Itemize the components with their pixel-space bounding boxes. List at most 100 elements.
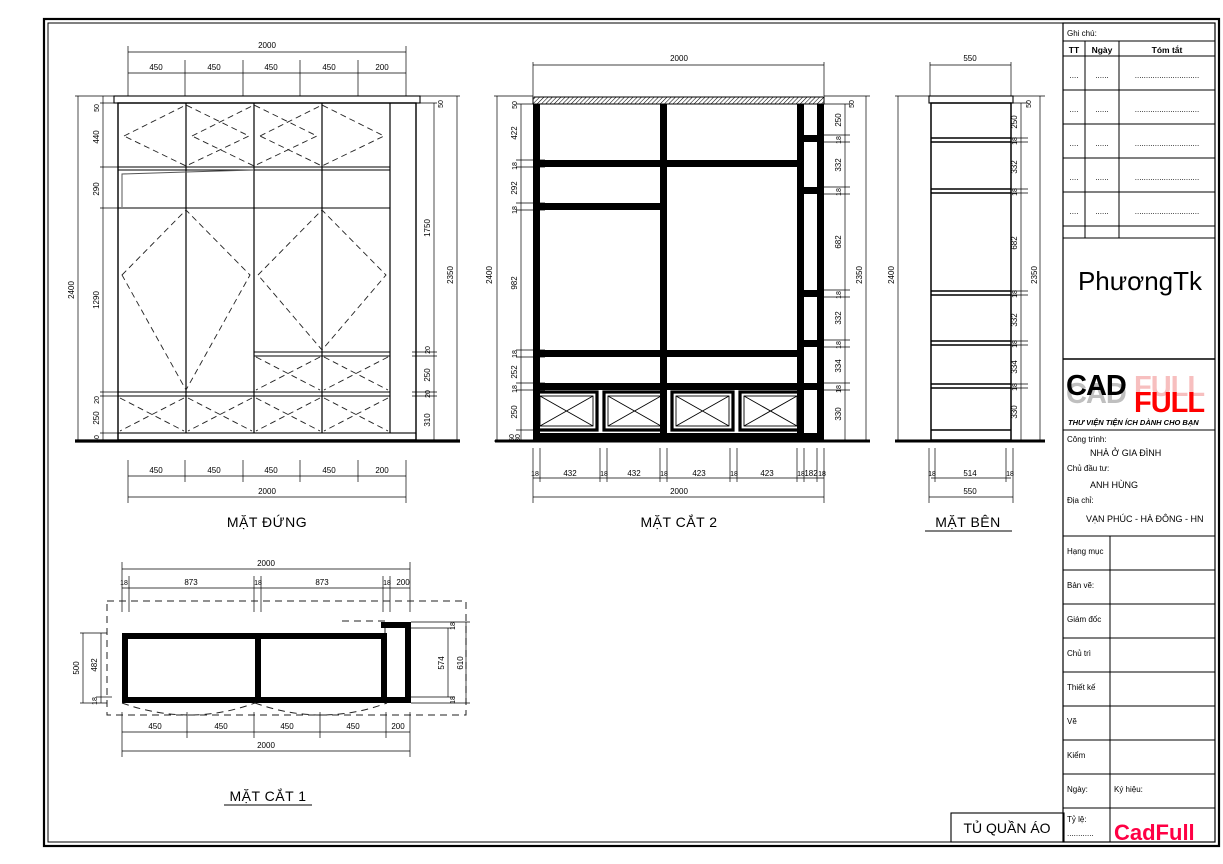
table-row-tt-4: .... [1070, 173, 1079, 182]
dim-section2-right-3: 18 [836, 136, 843, 144]
dim-section2-left-4: 292 [510, 181, 519, 195]
dim-section2-left-2: 422 [510, 126, 519, 140]
dim-elevation-bottom-5: 200 [375, 466, 389, 475]
dim-section2-right-2: 250 [834, 113, 843, 127]
table-row-ngay-3: ...... [1095, 139, 1108, 148]
dim-section1-bottom-5: 200 [391, 722, 405, 731]
dim-section1-right-3: 18 [450, 696, 457, 704]
dim-sideview-right-12: 330 [1010, 405, 1019, 419]
dim-section2-bottom-6: 423 [692, 469, 706, 478]
dim-elevation-left-2: 440 [92, 130, 101, 144]
dim-sideview-right-3: 18 [1012, 137, 1019, 145]
view-title-sideview: MẶT BÊN [935, 514, 1000, 530]
logo-tagline: THƯ VIỆN TIỆN ÍCH DÀNH CHO BẠN [1068, 418, 1199, 427]
dim-section2-bottom-7: 18 [730, 471, 738, 478]
dim-section1-top-3: 18 [254, 580, 262, 587]
dim-section2-left-5: 18 [512, 206, 519, 214]
dim-elevation-right-4: 250 [423, 368, 432, 382]
dim-elevation-right-6: 310 [423, 413, 432, 427]
dim-section1-bottom-1: 450 [148, 722, 162, 731]
dim-section2-bottom-5: 18 [660, 471, 668, 478]
table-row-tomtat-3: ............................. [1135, 139, 1199, 148]
dim-section2-bottom-1: 18 [531, 471, 539, 478]
dim-section2-bottom-2: 432 [563, 469, 577, 478]
dim-section2-right-4: 332 [834, 158, 843, 172]
logo-full: FULL [1134, 387, 1204, 419]
dim-sideview-right-5: 18 [1012, 188, 1019, 196]
dim-section2-right-7: 18 [836, 291, 843, 299]
table-row-tomtat-5: ............................. [1135, 207, 1199, 216]
value-dia-chi: VẠN PHÚC - HÀ ĐÔNG - HN [1086, 514, 1204, 524]
dim-section2-right-9: 18 [836, 341, 843, 349]
revision-header-ngay: Ngày [1092, 45, 1113, 55]
value-chu-dau-tu: ANH HÙNG [1090, 480, 1138, 490]
dim-elevation-top-5: 200 [375, 63, 389, 72]
label-ty-le: Tỷ lệ: [1067, 815, 1087, 824]
dim-elevation-bottom-4: 450 [322, 466, 336, 475]
table-row-ngay-5: ...... [1095, 207, 1108, 216]
dim-section1-left-1: 482 [90, 658, 99, 672]
elevation-cabinet-body [75, 95, 460, 443]
title-block: Ghi chú: TT Ngày Tóm tắt .... ...... ...… [1062, 22, 1216, 845]
label-giam-doc: Giám đốc [1067, 615, 1101, 624]
table-row-tomtat-2: ............................. [1135, 105, 1199, 114]
label-chu-tri: Chủ trì [1067, 649, 1091, 658]
dim-elevation-left-5: 20 [94, 396, 101, 404]
dim-elevation-left-4: 1290 [92, 291, 101, 309]
table-row-ngay-4: ...... [1095, 173, 1108, 182]
titleblock-rows: Hạng mục Bản vẽ: Giám đốc Chủ trì Thiết … [1063, 536, 1215, 845]
label-ve: Vẽ [1067, 717, 1077, 726]
dim-section1-bottom-overall: 2000 [257, 741, 275, 750]
table-row-ngay-2: ...... [1095, 105, 1108, 114]
dim-section2-left-10: 250 [510, 405, 519, 419]
dim-elevation-right-3: 20 [425, 346, 432, 354]
dim-section2-right-6: 682 [834, 235, 843, 249]
section2-top-dimension [532, 62, 825, 96]
dim-sideview-right-6: 682 [1010, 236, 1019, 250]
dim-sideview-right-1: 50 [1026, 100, 1033, 108]
dim-section2-top-overall: 2000 [670, 54, 688, 63]
dim-section1-right-overall: 610 [456, 656, 465, 670]
dim-elevation-right-2: 1750 [423, 219, 432, 237]
dim-elevation-right-5: 20 [425, 390, 432, 398]
dim-elevation-right-1: 50 [438, 100, 445, 108]
view-section2: 2000 2400 50 422 18 292 18 982 18 252 18… [485, 54, 870, 530]
dim-sideview-right-2: 250 [1010, 115, 1019, 129]
view-sideview: 550 2400 50 250 18 332 18 682 18 332 18 … [887, 54, 1045, 532]
dim-section2-bottom-3: 18 [600, 471, 608, 478]
table-row-tomtat-1: ............................. [1135, 71, 1199, 80]
logo-cad: CAD [1066, 370, 1126, 402]
cad-drawing-sheet: 2000 450 450 450 450 200 2400 50 440 290… [0, 0, 1223, 864]
table-row-ngay-1: ...... [1095, 71, 1108, 80]
dim-section1-top-overall: 2000 [257, 559, 275, 568]
dim-section2-bottom-8: 423 [760, 469, 774, 478]
label-kiem: Kiểm [1067, 751, 1086, 760]
label-cong-trinh: Công trình: [1067, 435, 1107, 444]
dim-section2-bottom-4: 432 [627, 469, 641, 478]
dim-elevation-left-1: 50 [94, 104, 101, 112]
dim-section2-left-6: 982 [510, 276, 519, 290]
sideview-body [895, 95, 1045, 443]
dim-section2-left-7: 18 [512, 350, 519, 358]
dim-sideview-bottom-2: 514 [963, 469, 977, 478]
dim-elevation-top-2: 450 [207, 63, 221, 72]
dim-section2-right-overall: 2350 [855, 266, 864, 284]
dim-elevation-top-3: 450 [264, 63, 278, 72]
dim-elevation-left-3: 290 [92, 182, 101, 196]
sideview-left-dimension [895, 95, 931, 442]
dim-section2-left-12: 30 [515, 434, 522, 442]
dim-section1-bottom-2: 450 [214, 722, 228, 731]
dim-section2-left-3: 18 [512, 162, 519, 170]
dim-section2-left-overall: 2400 [485, 266, 494, 284]
label-ky-hieu: Ký hiệu: [1114, 785, 1143, 794]
dim-sideview-bottom-overall: 550 [963, 487, 977, 496]
dim-section1-top-6: 200 [396, 578, 410, 587]
dim-section1-bottom-4: 450 [346, 722, 360, 731]
dim-sideview-right-overall: 2350 [1030, 266, 1039, 284]
table-row-tomtat-4: ............................. [1135, 173, 1199, 182]
label-ghi-chu: Ghi chú: [1067, 29, 1097, 38]
dim-section1-top-4: 873 [315, 578, 329, 587]
elevation-rod-detail [121, 169, 255, 207]
watermark-cadfull: CadFull [1114, 820, 1195, 845]
view-title-elevation: MẶT ĐỨNG [227, 514, 307, 530]
